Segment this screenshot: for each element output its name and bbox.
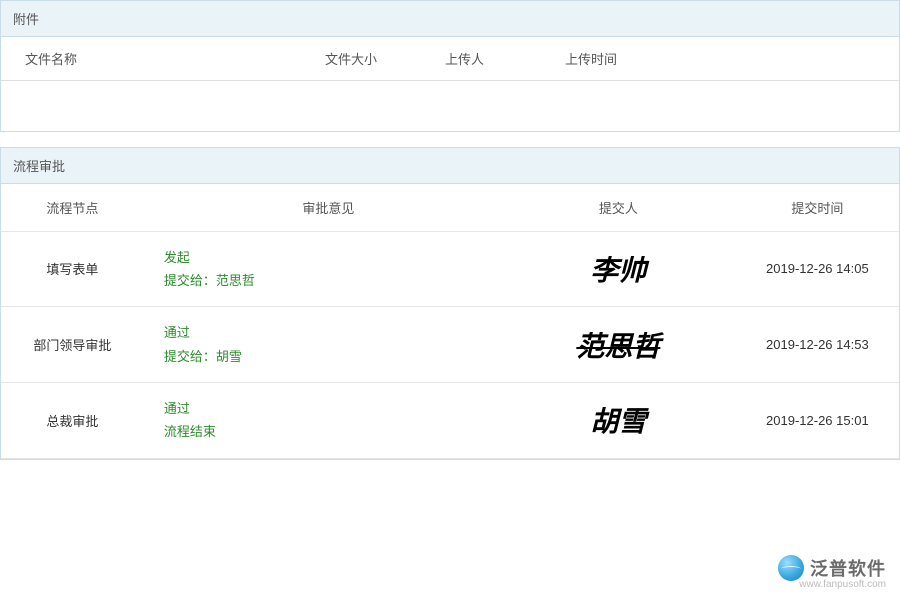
table-row: 总裁审批通过流程结束 胡雪 2019-12-26 15:01 <box>1 383 899 459</box>
approval-title: 流程审批 <box>1 148 899 184</box>
opinion-forward: 提交给：范思哲 <box>164 269 493 292</box>
globe-icon <box>778 555 804 581</box>
approval-table: 流程节点 审批意见 提交人 提交时间 填写表单发起提交给：范思哲 李帅 2019-1… <box>1 184 899 459</box>
opinion-action: 发起 <box>164 246 493 269</box>
col-opinion: 审批意见 <box>144 184 501 232</box>
cell-time: 2019-12-26 14:05 <box>736 231 899 307</box>
col-uploader: 上传人 <box>421 37 541 81</box>
signature-text: 胡雪 <box>590 407 646 438</box>
col-action-2 <box>810 37 899 81</box>
cell-opinion: 通过流程结束 <box>144 383 501 459</box>
col-filesize: 文件大小 <box>301 37 421 81</box>
signature-text: 范思哲 <box>576 332 660 363</box>
col-uploadtime: 上传时间 <box>541 37 721 81</box>
cell-signature: 范思哲 <box>501 307 736 383</box>
col-filename: 文件名称 <box>1 37 301 81</box>
cell-node: 总裁审批 <box>1 383 144 459</box>
signature-text: 李帅 <box>590 256 646 287</box>
attachments-panel: 附件 文件名称 文件大小 上传人 上传时间 <box>0 0 900 132</box>
cell-node: 填写表单 <box>1 231 144 307</box>
cell-time: 2019-12-26 15:01 <box>736 383 899 459</box>
table-row: 部门领导审批通过提交给：胡雪 范思哲 2019-12-26 14:53 <box>1 307 899 383</box>
cell-node: 部门领导审批 <box>1 307 144 383</box>
opinion-action: 通过 <box>164 397 493 420</box>
footer-logo: 泛普软件 www.fanpusoft.com <box>778 555 886 590</box>
opinion-forward: 提交给：胡雪 <box>164 345 493 368</box>
attachments-empty-row <box>1 81 899 131</box>
col-node: 流程节点 <box>1 184 144 232</box>
col-submittime: 提交时间 <box>736 184 899 232</box>
cell-opinion: 发起提交给：范思哲 <box>144 231 501 307</box>
col-submitter: 提交人 <box>501 184 736 232</box>
col-action-1 <box>721 37 810 81</box>
opinion-forward: 流程结束 <box>164 420 493 443</box>
table-row: 填写表单发起提交给：范思哲 李帅 2019-12-26 14:05 <box>1 231 899 307</box>
cell-signature: 胡雪 <box>501 383 736 459</box>
cell-time: 2019-12-26 14:53 <box>736 307 899 383</box>
brand-url: www.fanpusoft.com <box>778 579 886 590</box>
cell-signature: 李帅 <box>501 231 736 307</box>
approval-panel: 流程审批 流程节点 审批意见 提交人 提交时间 填写表单发起提交给：范思哲 李帅 2… <box>0 147 900 460</box>
opinion-action: 通过 <box>164 321 493 344</box>
brand-name: 泛普软件 <box>810 555 886 581</box>
cell-opinion: 通过提交给：胡雪 <box>144 307 501 383</box>
attachments-table: 文件名称 文件大小 上传人 上传时间 <box>1 37 899 131</box>
attachments-title: 附件 <box>1 1 899 37</box>
